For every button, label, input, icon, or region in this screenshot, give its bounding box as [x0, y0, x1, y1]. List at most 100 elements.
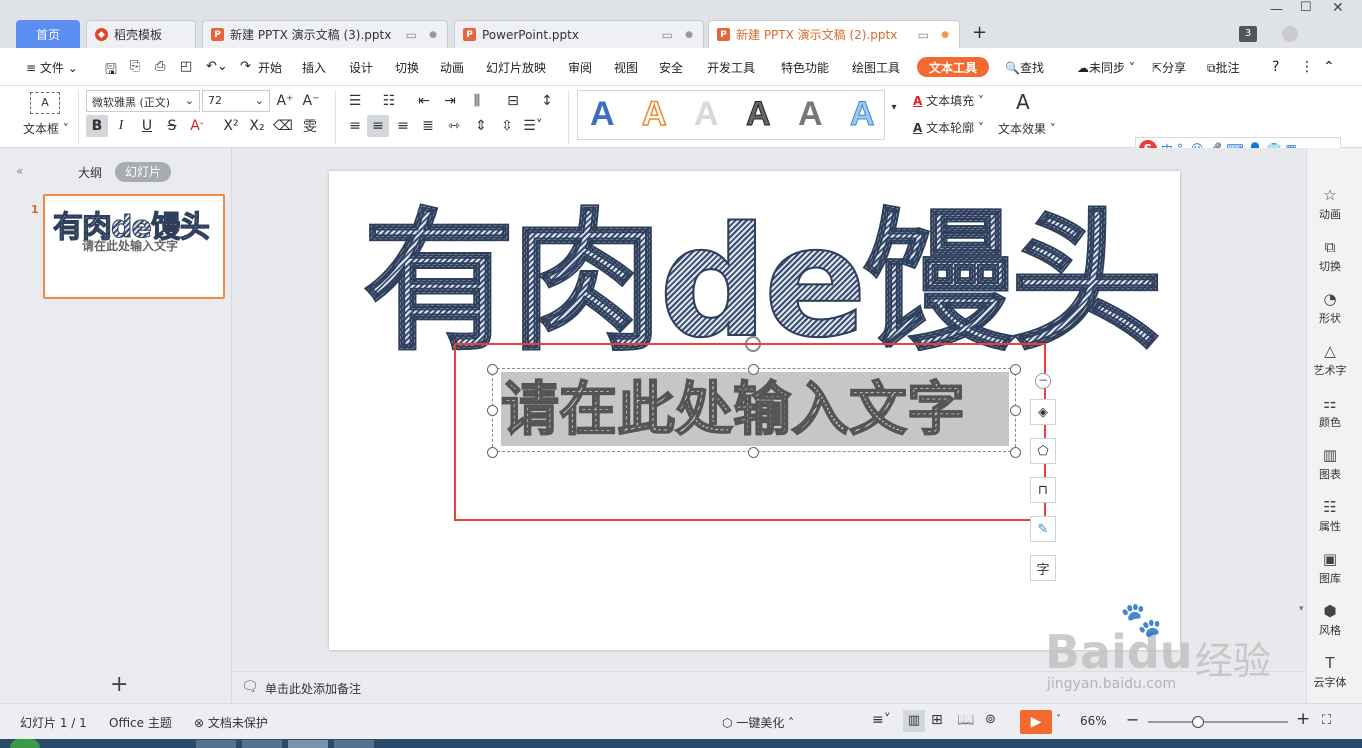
search-button[interactable]: 🔍查找	[1005, 59, 1044, 76]
superscript-button[interactable]: X²	[220, 115, 242, 137]
distribute-icon[interactable]: ⇿	[443, 115, 465, 137]
collapse-ribbon-icon[interactable]: ⌃	[1323, 59, 1335, 75]
close-button[interactable]: ✕	[1332, 0, 1344, 16]
menu-view[interactable]: 视图	[614, 59, 638, 76]
new-tab-button[interactable]: +	[972, 22, 987, 43]
decrease-indent-icon[interactable]: ⇤	[413, 90, 435, 112]
menu-features[interactable]: 特色功能	[781, 59, 829, 76]
file-menu[interactable]: ≡ 文件 ⌄	[26, 59, 78, 76]
numbered-list-icon[interactable]: ☷	[378, 90, 400, 112]
theme-name[interactable]: Office 主题	[109, 714, 172, 731]
protect-status[interactable]: ⊗ 文档未保护	[194, 714, 268, 731]
redo-icon[interactable]: ↷	[240, 59, 251, 74]
print-icon[interactable]: ⎙	[155, 59, 165, 74]
tab-document-2-active[interactable]: P 新建 PPTX 演示文稿 (2).pptx ▭ ●	[708, 20, 960, 48]
tab-powerpoint[interactable]: P PowerPoint.pptx ▭ ●	[454, 20, 704, 48]
zoom-slider-thumb[interactable]	[1192, 716, 1204, 728]
font-family-select[interactable]: 微软雅黑 (正文) ⌄	[86, 90, 200, 112]
zoom-slider-track[interactable]	[1148, 716, 1288, 728]
spacing-before-icon[interactable]: ⇳	[496, 115, 518, 137]
menu-slideshow[interactable]: 幻灯片放映	[486, 59, 546, 76]
subscript-button[interactable]: X₂	[246, 115, 268, 137]
bold-button[interactable]: B	[86, 115, 108, 137]
wordart-style-light-blue[interactable]: A	[850, 95, 876, 134]
tab-docer-templates[interactable]: ◆ 稻壳模板	[86, 20, 196, 48]
strikethrough-button[interactable]: S	[161, 115, 183, 137]
play-options-icon[interactable]: ˅	[1056, 714, 1061, 725]
tab-document-3[interactable]: P 新建 PPTX 演示文稿 (3).pptx ▭ ●	[202, 20, 448, 48]
rightbar-style[interactable]: ⬢ 风格	[1307, 602, 1353, 638]
fit-window-icon[interactable]: ⛶	[1322, 713, 1331, 728]
wordart-style-gray[interactable]: A	[694, 95, 719, 134]
taskbar-app[interactable]	[334, 740, 374, 748]
zoom-level[interactable]: 66%	[1080, 714, 1107, 728]
textbox-icon[interactable]: A	[30, 92, 60, 114]
presenter-view-icon[interactable]: ⊚	[985, 712, 996, 727]
menu-review[interactable]: 审阅	[568, 59, 592, 76]
zoom-out-button[interactable]: −	[1126, 710, 1139, 729]
text-effect-icon[interactable]: A	[1016, 90, 1030, 114]
avatar[interactable]	[1282, 26, 1298, 42]
menu-developer[interactable]: 开发工具	[707, 59, 755, 76]
font-color-button[interactable]: A ˅	[186, 115, 208, 137]
text-format-button[interactable]: 字	[1030, 555, 1056, 581]
spacing-after-icon[interactable]: ☰˅	[522, 115, 544, 137]
text-fill-button[interactable]: A 文本填充 ˅	[913, 92, 984, 109]
help-icon[interactable]: ?	[1272, 59, 1279, 75]
collapse-panel-icon[interactable]: «	[16, 164, 23, 178]
phonetic-icon[interactable]: 雯	[299, 115, 321, 137]
align-center-icon[interactable]: ≡	[367, 115, 389, 137]
maximize-button[interactable]: ☐	[1300, 0, 1312, 15]
text-effect-button[interactable]: 文本效果 ˅	[998, 120, 1056, 137]
rightbar-colors[interactable]: ⚏ 颜色	[1307, 394, 1353, 430]
menu-animation[interactable]: 动画	[440, 59, 464, 76]
rightbar-shapes[interactable]: ◔ 形状	[1307, 290, 1353, 326]
slide-title[interactable]: 有肉de馒头	[362, 206, 1164, 360]
wordart-style-orange-outline[interactable]: A	[641, 94, 667, 134]
tab-slides[interactable]: 幻灯片	[115, 162, 171, 182]
rightbar-chart[interactable]: ▥ 图表	[1307, 446, 1353, 482]
decrease-font-icon[interactable]: A⁻	[300, 90, 322, 112]
notes-toggle-icon[interactable]: ≡˅	[872, 712, 891, 728]
text-outline-button[interactable]: A 文本轮廓 ˅	[913, 119, 984, 136]
rightbar-properties[interactable]: ☷ 属性	[1307, 498, 1353, 534]
export-icon[interactable]: ⎘	[130, 59, 140, 74]
comment-button[interactable]: ⧉批注	[1207, 59, 1240, 76]
share-button[interactable]: ⇱分享	[1152, 59, 1186, 76]
increase-indent-icon[interactable]: ⇥	[439, 90, 461, 112]
sync-button[interactable]: ☁未同步 ˅	[1077, 59, 1135, 76]
bullet-list-icon[interactable]: ☰	[344, 90, 366, 112]
normal-view-icon[interactable]: ▥	[903, 710, 925, 732]
wordart-style-blue[interactable]: A	[590, 95, 615, 134]
font-size-select[interactable]: 72 ⌄	[202, 90, 270, 112]
more-icon[interactable]: ⋮	[1300, 59, 1314, 75]
align-text-icon[interactable]: ⊟	[502, 90, 524, 112]
sorter-view-icon[interactable]: ⊞	[931, 712, 943, 728]
reading-view-icon[interactable]: 📖	[957, 712, 974, 728]
menu-drawing-tools[interactable]: 绘图工具	[852, 59, 900, 76]
paragraph-spacing-icon[interactable]: ⇕	[470, 115, 492, 137]
brush-icon[interactable]: ✎	[1030, 516, 1056, 542]
eraser-icon[interactable]: ⌫	[272, 115, 294, 137]
taskbar-app[interactable]	[196, 740, 236, 748]
menu-security[interactable]: 安全	[659, 59, 683, 76]
fill-bucket-icon[interactable]: ⬠	[1030, 438, 1056, 464]
italic-button[interactable]: I	[110, 115, 132, 137]
taskbar-app[interactable]	[242, 740, 282, 748]
menu-text-tools[interactable]: 文本工具	[917, 57, 989, 77]
increase-font-icon[interactable]: A⁺	[274, 90, 296, 112]
rightbar-wordart[interactable]: △ 艺术字	[1307, 342, 1353, 378]
minimize-button[interactable]: —	[1270, 2, 1283, 17]
preview-icon[interactable]: ◰	[180, 59, 192, 74]
rightbar-animation[interactable]: ☆ 动画	[1307, 186, 1353, 222]
underline-button[interactable]: U	[136, 115, 158, 137]
beautify-button[interactable]: ⬡ 一键美化 ˄	[722, 714, 794, 731]
start-button-icon[interactable]	[10, 739, 40, 748]
play-slideshow-icon[interactable]: ▶	[1020, 710, 1052, 734]
wordart-style-shadow[interactable]: A	[798, 95, 823, 134]
gallery-more-icon[interactable]: ▾	[888, 96, 900, 118]
tab-outline[interactable]: 大纲	[78, 164, 102, 181]
save-icon[interactable]: 🖫	[105, 59, 117, 83]
add-slide-button[interactable]: +	[110, 672, 128, 697]
justify-icon[interactable]: ≣	[417, 115, 439, 137]
